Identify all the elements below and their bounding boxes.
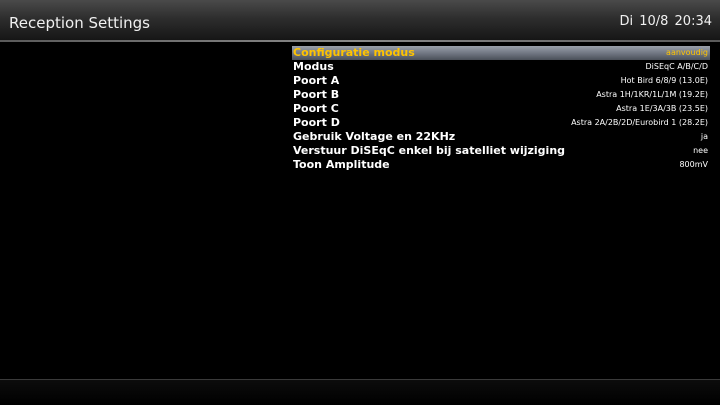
menu-item-poort-b[interactable]: Poort B Astra 1H/1KR/1L/1M (19.2E) <box>292 88 710 102</box>
settings-menu: Configuratie modus aanvoudig Modus DiSEq… <box>292 46 710 172</box>
menu-item-poort-d[interactable]: Poort D Astra 2A/2B/2D/Eurobird 1 (28.2E… <box>292 116 710 130</box>
menu-item-diseqc-satelliet-wijziging[interactable]: Verstuur DiSEqC enkel bij satelliet wijz… <box>292 144 710 158</box>
menu-item-label: Poort B <box>293 88 340 101</box>
menu-item-value: 800mV <box>679 160 708 169</box>
menu-item-modus[interactable]: Modus DiSEqC A/B/C/D <box>292 60 710 74</box>
menu-item-label: Poort D <box>293 116 340 129</box>
menu-item-value: Astra 1H/1KR/1L/1M (19.2E) <box>596 90 708 99</box>
menu-item-value: Hot Bird 6/8/9 (13.0E) <box>620 76 708 85</box>
menu-item-value: ja <box>700 132 708 141</box>
menu-item-value: aanvoudig <box>666 48 708 57</box>
header-divider <box>0 40 720 42</box>
menu-item-label: Poort A <box>293 74 340 87</box>
menu-item-label: Verstuur DiSEqC enkel bij satelliet wijz… <box>293 144 566 157</box>
menu-item-value: DiSEqC A/B/C/D <box>645 62 708 71</box>
menu-item-label: Toon Amplitude <box>293 158 390 171</box>
page-title: Reception Settings <box>9 14 150 32</box>
menu-item-value: nee <box>693 146 708 155</box>
screen: Reception Settings Di 10/8 20:34 Configu… <box>0 0 720 405</box>
menu-item-value: Astra 2A/2B/2D/Eurobird 1 (28.2E) <box>571 118 708 127</box>
menu-item-configuratie-modus[interactable]: Configuratie modus aanvoudig <box>292 46 710 60</box>
menu-item-voltage-22khz[interactable]: Gebruik Voltage en 22KHz ja <box>292 130 710 144</box>
menu-item-poort-a[interactable]: Poort A Hot Bird 6/8/9 (13.0E) <box>292 74 710 88</box>
footer-bar <box>0 380 720 405</box>
menu-item-label: Gebruik Voltage en 22KHz <box>293 130 456 143</box>
menu-item-label: Modus <box>293 60 334 73</box>
menu-item-label: Configuratie modus <box>293 46 415 59</box>
header-bar: Reception Settings Di 10/8 20:34 <box>0 0 720 40</box>
menu-item-label: Poort C <box>293 102 339 115</box>
menu-item-toon-amplitude[interactable]: Toon Amplitude 800mV <box>292 158 710 172</box>
clock: Di 10/8 20:34 <box>619 14 712 29</box>
menu-item-poort-c[interactable]: Poort C Astra 1E/3A/3B (23.5E) <box>292 102 710 116</box>
menu-item-value: Astra 1E/3A/3B (23.5E) <box>616 104 708 113</box>
